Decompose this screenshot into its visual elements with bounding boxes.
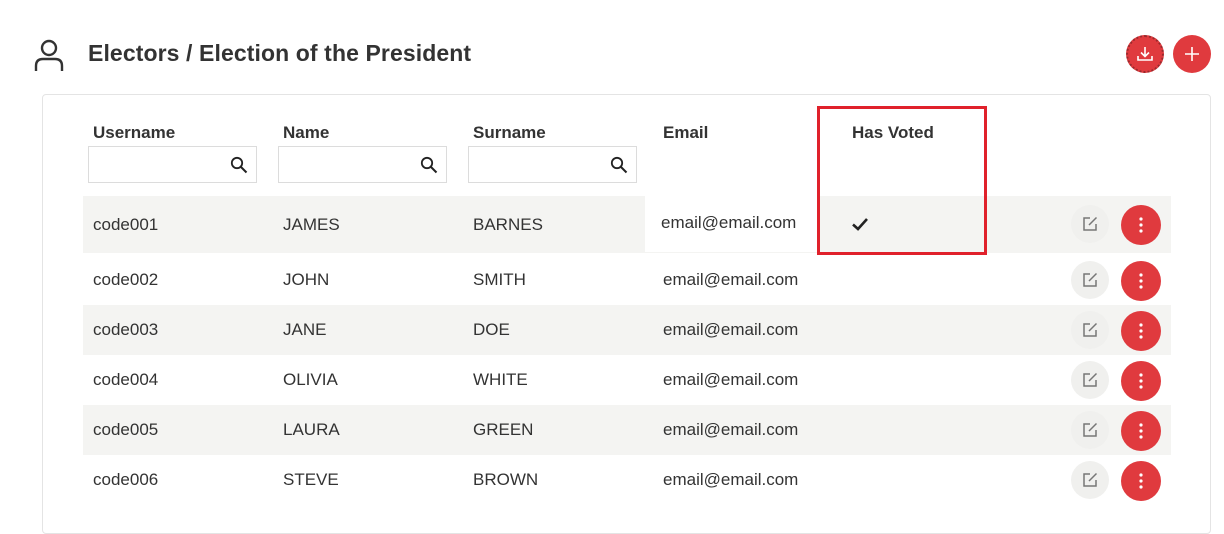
more-actions-button[interactable] (1121, 411, 1161, 451)
username-cell: code004 (93, 370, 159, 389)
edit-button[interactable] (1071, 461, 1109, 499)
name-cell: OLIVIA (283, 370, 338, 389)
name-filter (278, 146, 447, 183)
email-cell-box: email@email.com (645, 196, 817, 252)
surname-cell: BROWN (473, 470, 539, 489)
name-cell: JAMES (283, 215, 340, 234)
more-actions-button[interactable] (1121, 461, 1161, 501)
email-cell: email@email.com (663, 320, 799, 339)
table-row[interactable]: code004 OLIVIA WHITE email@email.com (83, 355, 1171, 405)
column-header-name[interactable]: Name (283, 123, 329, 143)
surname-filter-input[interactable] (469, 147, 609, 182)
surname-cell: GREEN (473, 420, 534, 439)
edit-icon (1083, 216, 1098, 231)
username-cell: code001 (93, 215, 159, 234)
name-filter-input[interactable] (279, 147, 419, 182)
surname-filter (468, 146, 637, 183)
download-button[interactable] (1126, 35, 1164, 73)
email-cell: email@email.com (661, 213, 797, 232)
edit-icon (1083, 472, 1098, 487)
add-button[interactable] (1173, 35, 1211, 73)
surname-cell: SMITH (473, 270, 526, 289)
table-row[interactable]: code002 JOHN SMITH email@email.com (83, 255, 1171, 305)
edit-button[interactable] (1071, 411, 1109, 449)
surname-cell: WHITE (473, 370, 528, 389)
email-cell: email@email.com (663, 420, 799, 439)
more-actions-button[interactable] (1121, 261, 1161, 301)
email-cell: email@email.com (663, 270, 799, 289)
edit-button[interactable] (1071, 311, 1109, 349)
table-row[interactable]: code003 JANE DOE email@email.com (83, 305, 1171, 355)
more-vertical-icon (1139, 323, 1143, 339)
user-icon (34, 39, 64, 71)
table-row[interactable]: code001 JAMES BARNES email@email.com (83, 196, 1171, 253)
name-cell: STEVE (283, 470, 339, 489)
column-header-surname[interactable]: Surname (473, 123, 546, 143)
search-icon[interactable] (610, 156, 628, 174)
more-vertical-icon (1139, 273, 1143, 289)
table-row[interactable]: code006 STEVE BROWN email@email.com (83, 455, 1171, 505)
more-vertical-icon (1139, 217, 1143, 233)
more-vertical-icon (1139, 423, 1143, 439)
username-filter-input[interactable] (89, 147, 229, 182)
more-vertical-icon (1139, 373, 1143, 389)
has-voted-highlight-box (817, 106, 987, 255)
more-actions-button[interactable] (1121, 311, 1161, 351)
username-cell: code003 (93, 320, 159, 339)
email-cell: email@email.com (663, 470, 799, 489)
column-header-email[interactable]: Email (663, 123, 708, 143)
edit-icon (1083, 322, 1098, 337)
more-vertical-icon (1139, 473, 1143, 489)
edit-icon (1083, 372, 1098, 387)
name-cell: JOHN (283, 270, 330, 289)
more-actions-button[interactable] (1121, 361, 1161, 401)
page-header: Electors / Election of the President (0, 0, 1224, 92)
username-cell: code006 (93, 470, 159, 489)
table-row[interactable]: code005 LAURA GREEN email@email.com (83, 405, 1171, 455)
surname-cell: DOE (473, 320, 510, 339)
search-icon[interactable] (420, 156, 438, 174)
edit-icon (1083, 422, 1098, 437)
surname-cell: BARNES (473, 215, 543, 234)
username-filter (88, 146, 257, 183)
username-cell: code005 (93, 420, 159, 439)
name-cell: JANE (283, 320, 327, 339)
name-cell: LAURA (283, 420, 340, 439)
download-icon (1137, 47, 1153, 61)
email-cell: email@email.com (663, 370, 799, 389)
edit-button[interactable] (1071, 261, 1109, 299)
edit-icon (1083, 272, 1098, 287)
plus-icon (1185, 47, 1199, 61)
edit-button[interactable] (1071, 361, 1109, 399)
page-title: Electors / Election of the President (88, 40, 472, 66)
username-cell: code002 (93, 270, 159, 289)
column-header-username[interactable]: Username (93, 123, 175, 143)
search-icon[interactable] (230, 156, 248, 174)
more-actions-button[interactable] (1121, 205, 1161, 245)
edit-button[interactable] (1071, 205, 1109, 243)
